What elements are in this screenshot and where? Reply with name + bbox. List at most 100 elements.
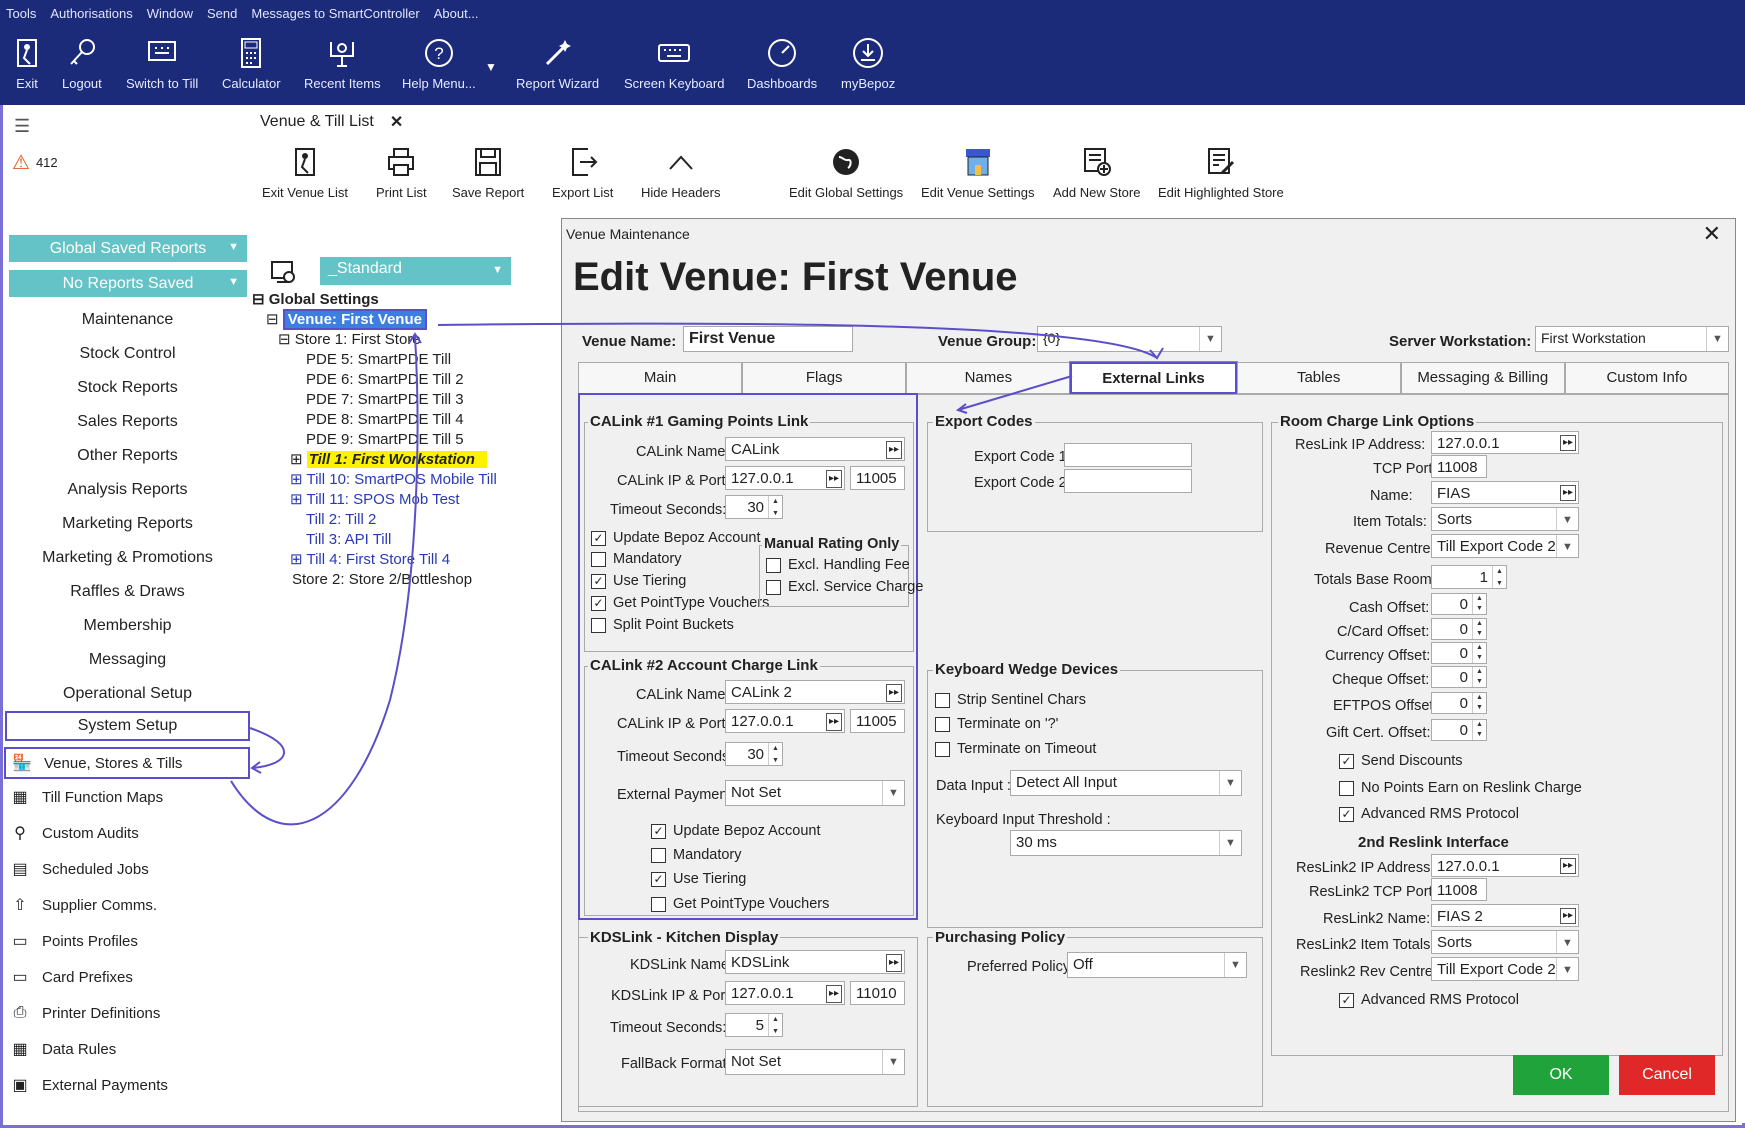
nav-scheduled-jobs[interactable]: ▤ Scheduled Jobs <box>8 858 148 880</box>
calink1-name-input[interactable]: CALink ▸▸ <box>725 437 905 461</box>
recent-items-button[interactable]: Recent Items <box>304 36 381 91</box>
print-list-button[interactable]: Print List <box>376 145 427 200</box>
nav-printer-definitions[interactable]: ⎙ Printer Definitions <box>8 1002 161 1024</box>
cash-offset-stepper[interactable]: 0 ▲ ▼ <box>1431 593 1487 615</box>
reslink-name-input[interactable]: FIAS ▸▸ <box>1431 481 1579 504</box>
calink1-tiering-checkbox[interactable]: ✓ Use Tiering <box>591 573 686 589</box>
tab-external-links[interactable]: External Links <box>1069 361 1238 395</box>
stepper-arrows-icon[interactable]: ▲ ▼ <box>1472 643 1486 663</box>
nav-till-function-maps[interactable]: ▦ Till Function Maps <box>8 786 163 808</box>
terminate-timeout-checkbox[interactable]: Terminate on Timeout <box>935 741 1096 757</box>
edit-highlighted-store-button[interactable]: Edit Highlighted Store <box>1158 145 1284 200</box>
advanced-rms-checkbox[interactable]: ✓ Advanced RMS Protocol <box>1339 806 1519 822</box>
mybepoz-button[interactable]: myBepoz <box>841 36 895 91</box>
tab-names[interactable]: Names <box>906 362 1071 394</box>
tree-node-till[interactable]: Till 3: API Till <box>252 530 497 550</box>
fast-forward-icon[interactable]: ▸▸ <box>886 441 902 459</box>
reslink2-ip-input[interactable]: 127.0.0.1 ▸▸ <box>1431 854 1579 877</box>
venue-name-input[interactable]: First Venue <box>683 326 853 352</box>
kds-name-input[interactable]: KDSLink ▸▸ <box>725 950 905 974</box>
ok-button[interactable]: OK <box>1513 1055 1609 1095</box>
tab-flags[interactable]: Flags <box>742 362 907 394</box>
send-discounts-checkbox[interactable]: ✓ Send Discounts <box>1339 753 1463 769</box>
calink1-ip-input[interactable]: 127.0.0.1 ▸▸ <box>725 466 845 490</box>
card-offset-stepper[interactable]: 0 ▲ ▼ <box>1431 618 1487 640</box>
screen-keyboard-button[interactable]: Screen Keyboard <box>624 36 724 91</box>
reslink2-totals-select[interactable]: Sorts ▼ <box>1431 930 1579 954</box>
excl-handling-checkbox[interactable]: Excl. Handling Fee <box>766 557 910 573</box>
strip-sentinel-checkbox[interactable]: Strip Sentinel Chars <box>935 692 1086 708</box>
terminate-question-checkbox[interactable]: Terminate on '?' <box>935 716 1058 732</box>
no-points-checkbox[interactable]: No Points Earn on Reslink Charge <box>1339 780 1582 796</box>
data-input-select[interactable]: Detect All Input ▼ <box>1010 770 1242 796</box>
nav-custom-audits[interactable]: ⚲ Custom Audits <box>8 822 139 844</box>
tree-node-till[interactable]: ⊞ Till 11: SPOS Mob Test <box>252 490 497 510</box>
nav-data-rules[interactable]: ▦ Data Rules <box>8 1038 116 1060</box>
menu-send[interactable]: Send <box>207 6 237 21</box>
item-totals-select[interactable]: Sorts ▼ <box>1431 507 1579 531</box>
stepper-arrows-icon[interactable]: ▲ ▼ <box>768 1014 782 1036</box>
nav-external-payments[interactable]: ▣ External Payments <box>8 1074 167 1096</box>
fast-forward-icon[interactable]: ▸▸ <box>886 684 902 702</box>
menu-messages[interactable]: Messages to SmartController <box>251 6 419 21</box>
stepper-arrows-icon[interactable]: ▲ ▼ <box>768 743 782 765</box>
reslink2-name-input[interactable]: FIAS 2 ▸▸ <box>1431 904 1579 927</box>
cheque-offset-stepper[interactable]: 0 ▲ ▼ <box>1431 666 1487 688</box>
menu-authorisations[interactable]: Authorisations <box>50 6 132 21</box>
nav-supplier-comms[interactable]: ⇧ Supplier Comms. <box>8 894 157 916</box>
calink1-port-input[interactable]: 11005 <box>850 466 905 490</box>
tree-node-till[interactable]: PDE 6: SmartPDE Till 2 <box>252 370 497 390</box>
save-report-button[interactable]: Save Report <box>452 145 524 200</box>
calink2-port-input[interactable]: 11005 <box>850 709 905 733</box>
tree-node-till[interactable]: PDE 9: SmartPDE Till 5 <box>252 430 497 450</box>
nav-maintenance[interactable]: Maintenance <box>5 311 250 329</box>
calculator-button[interactable]: Calculator <box>222 36 281 91</box>
nav-card-prefixes[interactable]: ▭ Card Prefixes <box>8 966 132 988</box>
tree-node-store[interactable]: Store 2: Store 2/Bottleshop <box>252 570 497 590</box>
kds-port-input[interactable]: 11010 <box>850 981 905 1005</box>
fallback-select[interactable]: Not Set ▼ <box>725 1049 905 1075</box>
kds-ip-input[interactable]: 127.0.0.1 ▸▸ <box>725 981 845 1005</box>
edit-global-settings-button[interactable]: Edit Global Settings <box>789 145 903 200</box>
stepper-arrows-icon[interactable]: ▲ ▼ <box>1472 594 1486 614</box>
currency-offset-stepper[interactable]: 0 ▲ ▼ <box>1431 642 1487 664</box>
calink1-split-checkbox[interactable]: Split Point Buckets <box>591 617 734 633</box>
calink1-timeout-stepper[interactable]: 30 ▲ ▼ <box>725 495 783 519</box>
stepper-arrows-icon[interactable]: ▲ ▼ <box>768 496 782 518</box>
calink2-ip-input[interactable]: 127.0.0.1 ▸▸ <box>725 709 845 733</box>
stepper-arrows-icon[interactable]: ▲ ▼ <box>1472 693 1486 713</box>
calink2-timeout-stepper[interactable]: 30 ▲ ▼ <box>725 742 783 766</box>
tree-node-store[interactable]: ⊟ Store 1: First Store <box>252 330 497 350</box>
nav-other-reports[interactable]: Other Reports <box>5 447 250 465</box>
menu-about[interactable]: About... <box>434 6 479 21</box>
logout-button[interactable]: Logout <box>62 36 102 91</box>
stepper-arrows-icon[interactable]: ▲ ▼ <box>1472 720 1486 740</box>
calink1-vouchers-checkbox[interactable]: ✓ Get PointType Vouchers <box>591 595 769 611</box>
tree-node-till[interactable]: Till 2: Till 2 <box>252 510 497 530</box>
alert-indicator[interactable]: ⚠ 412 <box>12 150 58 175</box>
fast-forward-icon[interactable]: ▸▸ <box>826 985 842 1003</box>
help-menu-button[interactable]: ? Help Menu... <box>402 36 476 91</box>
exit-venue-list-button[interactable]: Exit Venue List <box>262 145 348 200</box>
cancel-button[interactable]: Cancel <box>1619 1055 1715 1095</box>
tree-node-till[interactable]: ⊞ Till 10: SmartPOS Mobile Till <box>252 470 497 490</box>
reslink-ip-input[interactable]: 127.0.0.1 ▸▸ <box>1431 431 1579 454</box>
calink2-update-checkbox[interactable]: ✓ Update Bepoz Account <box>651 823 821 839</box>
calink2-vouchers-checkbox[interactable]: Get PointType Vouchers <box>651 896 829 912</box>
menu-window[interactable]: Window <box>147 6 193 21</box>
nav-venue-stores-tills[interactable]: 🏪 Venue, Stores & Tills <box>4 747 250 779</box>
tab-messaging-billing[interactable]: Messaging & Billing <box>1400 362 1565 394</box>
kds-timeout-stepper[interactable]: 5 ▲ ▼ <box>725 1013 783 1037</box>
tree-node-till[interactable]: PDE 5: SmartPDE Till <box>252 350 497 370</box>
venue-group-select[interactable]: {0} ▼ <box>1037 326 1222 352</box>
fast-forward-icon[interactable]: ▸▸ <box>1560 858 1576 874</box>
doc-tab[interactable]: Venue & Till List ✕ <box>260 112 403 132</box>
fast-forward-icon[interactable]: ▸▸ <box>1560 485 1576 501</box>
fast-forward-icon[interactable]: ▸▸ <box>1560 908 1576 924</box>
nav-marketing-promotions[interactable]: Marketing & Promotions <box>5 549 250 567</box>
tree-node-venue[interactable]: ⊟ Venue: First Venue <box>252 309 497 330</box>
tab-tables[interactable]: Tables <box>1236 362 1401 394</box>
export-list-button[interactable]: Export List <box>552 145 613 200</box>
standard-select[interactable]: _Standard ▼ <box>320 257 511 285</box>
export-code2-input[interactable] <box>1064 469 1192 493</box>
